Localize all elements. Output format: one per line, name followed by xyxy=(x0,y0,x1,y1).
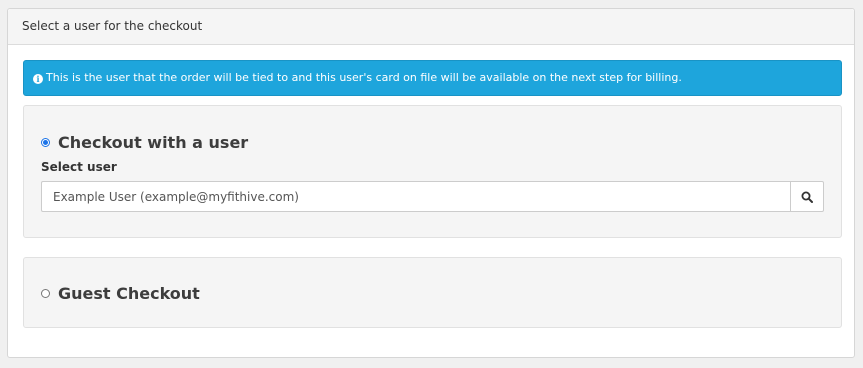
info-alert: i This is the user that the order will be… xyxy=(23,60,842,96)
checkout-with-user-section: Checkout with a user Select user xyxy=(23,105,842,238)
guest-checkout-section: Guest Checkout xyxy=(23,257,842,328)
search-icon xyxy=(801,191,813,203)
checkout-user-panel: Select a user for the checkout i This is … xyxy=(7,8,855,358)
select-user-input-group xyxy=(41,181,824,212)
guest-checkout-radio[interactable] xyxy=(41,289,50,298)
select-user-label: Select user xyxy=(41,160,117,174)
checkout-with-user-label[interactable]: Checkout with a user xyxy=(58,133,248,152)
select-user-input[interactable] xyxy=(41,181,790,212)
checkout-with-user-radio[interactable] xyxy=(41,138,50,147)
panel-heading: Select a user for the checkout xyxy=(8,9,854,45)
guest-checkout-option[interactable]: Guest Checkout xyxy=(41,284,200,303)
guest-checkout-label[interactable]: Guest Checkout xyxy=(58,284,200,303)
search-button[interactable] xyxy=(790,181,824,212)
info-circle-icon: i xyxy=(33,74,43,84)
checkout-with-user-option[interactable]: Checkout with a user xyxy=(41,133,248,152)
info-alert-text: This is the user that the order will be … xyxy=(46,71,682,84)
